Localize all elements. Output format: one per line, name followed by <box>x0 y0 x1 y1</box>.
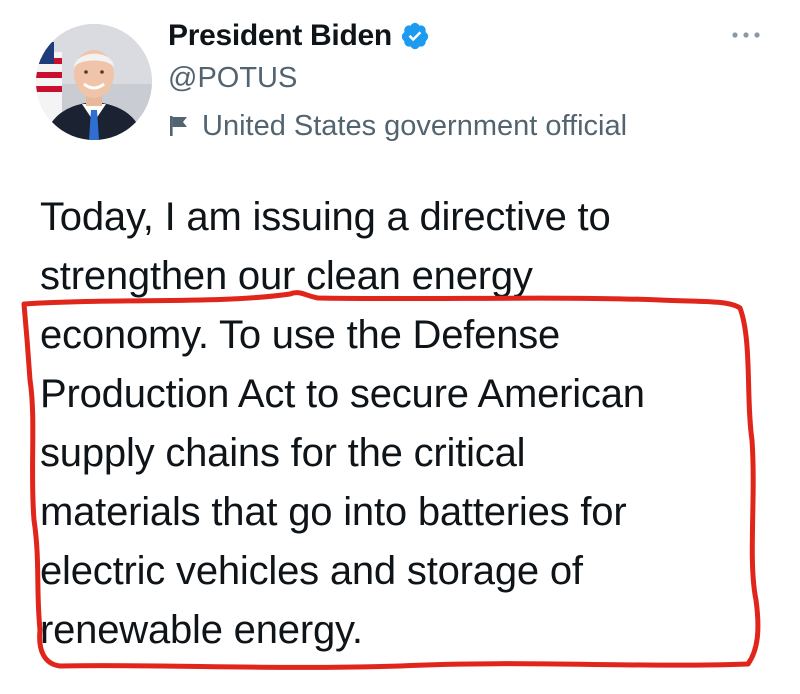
author-display-name[interactable]: President Biden <box>168 19 392 53</box>
tweet-card[interactable]: President Biden @POTUS United States gov… <box>0 0 800 694</box>
tweet-text-line: supply chains for the critical <box>40 431 526 475</box>
tweet-text-line: materials that go into batteries for <box>40 490 627 534</box>
tweet-text-line: strengthen our clean energy <box>40 254 533 298</box>
avatar[interactable] <box>36 24 152 140</box>
tweet-text-line: Today, I am issuing a directive to <box>40 195 611 239</box>
flag-icon <box>168 114 190 138</box>
verified-badge-icon <box>400 21 430 51</box>
tweet-text-line: Production Act to secure American <box>40 372 645 416</box>
government-label-text: United States government official <box>202 109 628 142</box>
tweet-text-line: renewable energy. <box>40 608 363 652</box>
avatar-portrait-icon <box>36 24 152 140</box>
government-label[interactable]: United States government official <box>168 106 728 146</box>
more-horizontal-icon <box>732 32 760 38</box>
tweet-text-line: electric vehicles and storage of <box>40 549 583 593</box>
author-handle[interactable]: @POTUS <box>168 56 728 100</box>
tweet-text: Today, I am issuing a directive to stren… <box>40 188 780 660</box>
tweet-header: President Biden @POTUS United States gov… <box>168 14 728 146</box>
tweet-text-line: economy. To use the Defense <box>40 313 561 357</box>
name-row: President Biden <box>168 14 728 58</box>
more-options-button[interactable] <box>724 20 768 50</box>
